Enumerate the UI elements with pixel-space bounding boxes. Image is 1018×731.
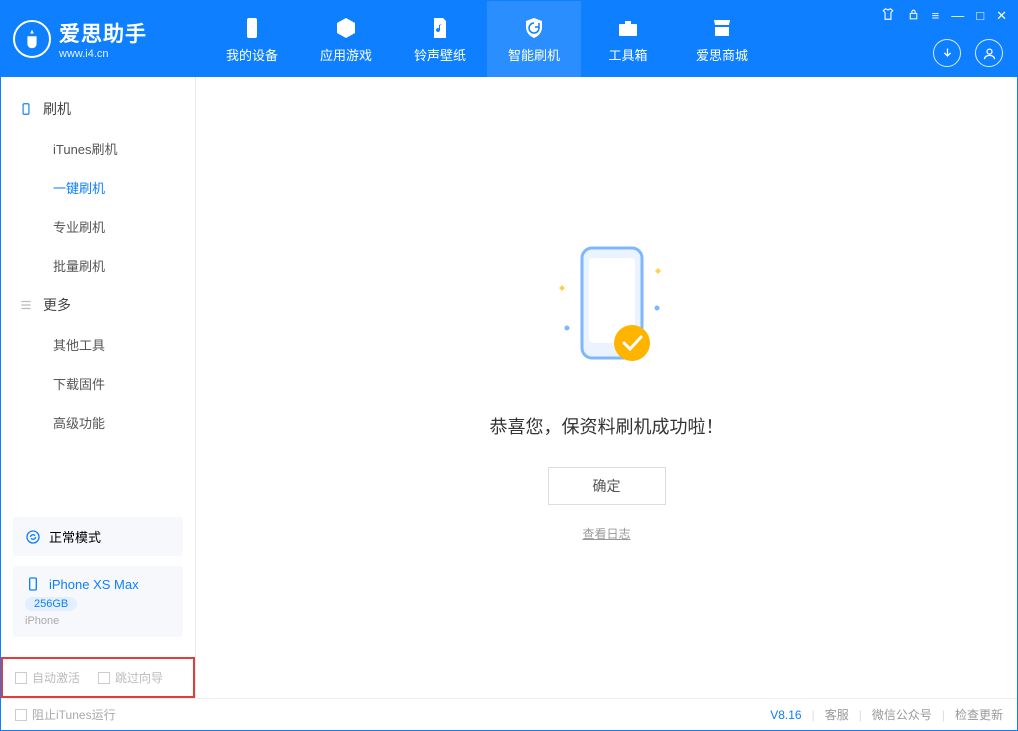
nav-label: 爱思商城	[696, 45, 748, 64]
list-icon	[19, 298, 33, 312]
view-log-link[interactable]: 查看日志	[582, 525, 630, 542]
shield-refresh-icon	[521, 15, 547, 41]
nav-label: 铃声壁纸	[414, 45, 466, 64]
sidebar-options-highlighted: 自动激活 跳过向导	[1, 657, 195, 698]
checkbox-label: 跳过向导	[115, 669, 163, 686]
sidebar-item-batch-flash[interactable]: 批量刷机	[1, 246, 195, 285]
refresh-icon	[25, 529, 41, 545]
checkbox-icon	[15, 672, 27, 684]
device-card[interactable]: iPhone XS Max 256GB iPhone	[13, 566, 183, 637]
toolbox-icon	[615, 15, 641, 41]
header-right-buttons	[933, 39, 1003, 67]
app-header: 爱思助手 www.i4.cn 我的设备 应用游戏 铃声壁纸 智能刷机 工具箱 爱…	[1, 1, 1017, 77]
checkbox-auto-activate[interactable]: 自动激活	[15, 669, 80, 686]
ok-button[interactable]: 确定	[548, 467, 666, 505]
nav-tabs: 我的设备 应用游戏 铃声壁纸 智能刷机 工具箱 爱思商城	[205, 1, 769, 77]
checkbox-icon	[15, 709, 27, 721]
cube-icon	[333, 15, 359, 41]
checkbox-label: 阻止iTunes运行	[32, 706, 116, 723]
nav-label: 应用游戏	[320, 45, 372, 64]
app-subtitle: www.i4.cn	[59, 48, 147, 60]
checkbox-block-itunes[interactable]: 阻止iTunes运行	[15, 706, 116, 723]
nav-toolbox[interactable]: 工具箱	[581, 1, 675, 77]
device-icon	[19, 102, 33, 116]
main-content: 恭喜您，保资料刷机成功啦！ 确定 查看日志	[196, 77, 1017, 698]
nav-label: 我的设备	[226, 45, 278, 64]
device-type: iPhone	[25, 615, 171, 627]
nav-smart-flash[interactable]: 智能刷机	[487, 1, 581, 77]
sidebar-group-flash: 刷机	[1, 89, 195, 129]
close-button[interactable]: ✕	[996, 8, 1007, 24]
device-name: iPhone XS Max	[49, 577, 139, 592]
version-label: V8.16	[770, 708, 801, 722]
nav-apps-games[interactable]: 应用游戏	[299, 1, 393, 77]
sidebar-item-itunes-flash[interactable]: iTunes刷机	[1, 129, 195, 168]
phone-small-icon	[25, 576, 41, 592]
lock-icon[interactable]	[907, 8, 920, 24]
logo-icon	[13, 20, 51, 58]
wechat-link[interactable]: 微信公众号	[872, 706, 932, 723]
sidebar-item-download-firmware[interactable]: 下载固件	[1, 364, 195, 403]
download-button[interactable]	[933, 39, 961, 67]
logo-area: 爱思助手 www.i4.cn	[13, 18, 173, 60]
phone-icon	[239, 15, 265, 41]
sidebar-item-oneclick-flash[interactable]: 一键刷机	[1, 168, 195, 207]
mode-card[interactable]: 正常模式	[13, 517, 183, 556]
check-update-link[interactable]: 检查更新	[955, 706, 1003, 723]
shop-icon	[709, 15, 735, 41]
maximize-button[interactable]: □	[976, 8, 984, 23]
minimize-button[interactable]: —	[951, 8, 964, 23]
success-illustration	[527, 233, 687, 383]
sidebar-item-other-tools[interactable]: 其他工具	[1, 325, 195, 364]
nav-my-device[interactable]: 我的设备	[205, 1, 299, 77]
menu-icon[interactable]: ≡	[932, 8, 940, 23]
group-label: 刷机	[43, 99, 71, 119]
sidebar-item-pro-flash[interactable]: 专业刷机	[1, 207, 195, 246]
support-link[interactable]: 客服	[825, 706, 849, 723]
nav-ringtones[interactable]: 铃声壁纸	[393, 1, 487, 77]
shirt-icon[interactable]	[881, 7, 895, 24]
success-message: 恭喜您，保资料刷机成功啦！	[490, 413, 724, 439]
mode-label: 正常模式	[49, 527, 101, 546]
app-title: 爱思助手	[59, 18, 147, 48]
group-label: 更多	[43, 295, 71, 315]
sidebar: 刷机 iTunes刷机 一键刷机 专业刷机 批量刷机 更多 其他工具 下载固件 …	[1, 77, 196, 698]
storage-badge: 256GB	[25, 597, 77, 611]
checkbox-skip-guide[interactable]: 跳过向导	[98, 669, 163, 686]
nav-store[interactable]: 爱思商城	[675, 1, 769, 77]
checkbox-label: 自动激活	[32, 669, 80, 686]
music-file-icon	[427, 15, 453, 41]
sidebar-item-advanced[interactable]: 高级功能	[1, 403, 195, 442]
sidebar-group-more: 更多	[1, 285, 195, 325]
checkbox-icon	[98, 672, 110, 684]
nav-label: 智能刷机	[508, 45, 560, 64]
window-controls: ≡ — □ ✕	[881, 7, 1007, 24]
nav-label: 工具箱	[608, 45, 647, 64]
footer: 阻止iTunes运行 V8.16 | 客服 | 微信公众号 | 检查更新	[1, 698, 1017, 730]
user-button[interactable]	[975, 39, 1003, 67]
